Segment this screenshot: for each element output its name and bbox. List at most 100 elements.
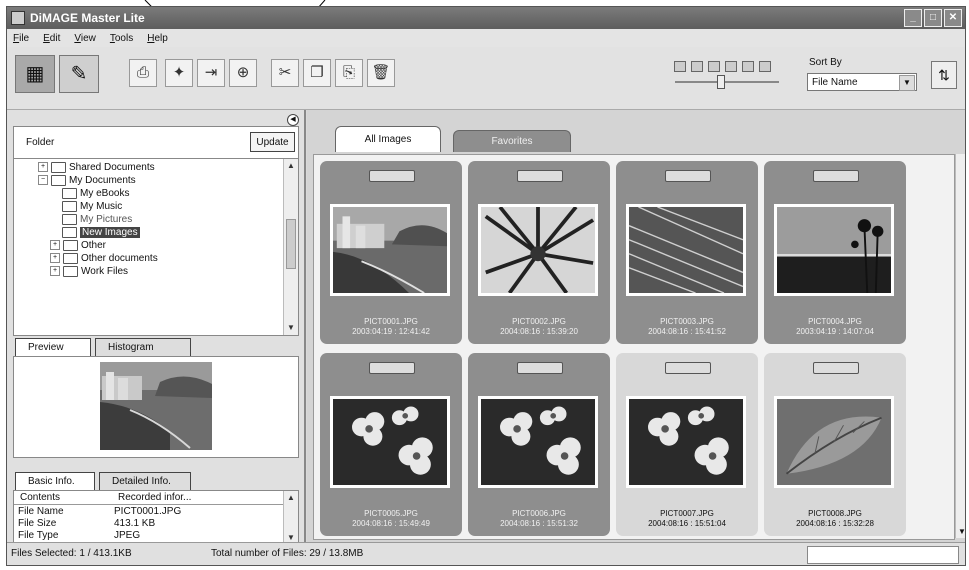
tab-all-images[interactable]: All Images (335, 126, 441, 152)
favorite-tag[interactable] (517, 170, 563, 182)
status-files-selected: Files Selected: 1 / 413.1KB (11, 548, 132, 559)
thumbnail-card[interactable]: PICT0008.JPG 2004:08:16 : 15:32:28 (764, 353, 906, 536)
favorite-tag[interactable] (813, 362, 859, 374)
update-button[interactable]: Update (250, 132, 295, 152)
thumbnail-card[interactable]: PICT0004.JPG 2003:04:19 : 14:07:04 (764, 161, 906, 344)
tree-item-selected[interactable]: New Images (62, 226, 140, 239)
thumbnail-date: 2004:08:16 : 15:51:04 (648, 519, 726, 528)
expand-icon[interactable]: + (50, 266, 60, 277)
sort-select[interactable]: File Name ▼ (807, 73, 917, 91)
tree-item[interactable]: − My Documents (38, 174, 136, 187)
expand-icon[interactable]: + (38, 162, 48, 173)
close-icon[interactable]: ✕ (944, 9, 962, 27)
gallery-scrollbar[interactable]: ▼ (955, 154, 965, 538)
chevron-down-icon[interactable]: ▼ (899, 75, 915, 91)
info-col-contents[interactable]: Contents (20, 491, 60, 504)
size-4-icon[interactable] (725, 61, 737, 72)
delete-icon[interactable]: 🗑 (367, 59, 395, 87)
tab-preview[interactable]: Preview (15, 338, 91, 356)
tab-histogram[interactable]: Histogram (95, 338, 191, 356)
thumbnail-image (626, 204, 746, 296)
tree-item[interactable]: My Pictures (62, 213, 132, 226)
thumbnail-size-icons (674, 61, 771, 72)
scroll-up-icon[interactable]: ▲ (284, 159, 298, 173)
folder-icon (62, 226, 77, 238)
sort-value: File Name (812, 77, 858, 88)
thumbnail-image (774, 204, 894, 296)
new-folder-icon[interactable]: ✦ (165, 59, 193, 87)
thumbnail-size-slider[interactable] (675, 81, 779, 83)
scroll-thumb[interactable] (286, 219, 296, 269)
menu-tools[interactable]: Tools (110, 33, 133, 44)
thumbnail-filename: PICT0005.JPG (364, 509, 418, 518)
scroll-down-icon[interactable]: ▼ (956, 526, 965, 538)
app-icon (11, 11, 25, 25)
favorite-tag[interactable] (665, 170, 711, 182)
minimize-icon[interactable]: _ (904, 9, 922, 27)
tree-item[interactable]: + Other documents (50, 252, 158, 265)
paste-icon[interactable]: ⎘ (335, 59, 363, 87)
thumbnail-card[interactable]: PICT0006.JPG 2004:08:16 : 15:51:32 (468, 353, 610, 536)
collapse-icon[interactable]: − (38, 175, 48, 186)
tab-detailed-info[interactable]: Detailed Info. (99, 472, 191, 490)
copy-to-folder-icon[interactable]: ⊕ (229, 59, 257, 87)
cut-icon[interactable]: ✂ (271, 59, 299, 87)
thumbnail-date: 2003:04:19 : 12:41:42 (352, 327, 430, 336)
size-1-icon[interactable] (674, 61, 686, 72)
sort-order-icon[interactable]: ⇅ (931, 61, 957, 89)
favorite-tag[interactable] (369, 362, 415, 374)
scroll-down-icon[interactable]: ▼ (284, 321, 298, 335)
tree-scrollbar[interactable]: ▲ ▼ (283, 159, 298, 335)
tree-item[interactable]: My Music (62, 200, 122, 213)
status-bar: Files Selected: 1 / 413.1KB Total number… (7, 542, 965, 565)
size-5-icon[interactable] (742, 61, 754, 72)
info-header: Contents Recorded infor... (14, 491, 284, 505)
music-folder-icon (62, 200, 77, 212)
info-scrollbar[interactable]: ▲ ▼ (283, 491, 298, 545)
thumbnail-view-icon[interactable]: ▦ (15, 55, 55, 93)
thumbnail-image (330, 204, 450, 296)
scroll-up-icon[interactable]: ▲ (284, 491, 298, 505)
favorite-tag[interactable] (517, 362, 563, 374)
size-6-icon[interactable] (759, 61, 771, 72)
favorite-tag[interactable] (665, 362, 711, 374)
thumbnail-card[interactable]: PICT0005.JPG 2004:08:16 : 15:49:49 (320, 353, 462, 536)
tab-favorites[interactable]: Favorites (453, 130, 571, 152)
preview-image (100, 362, 212, 450)
thumbnail-card[interactable]: PICT0002.JPG 2004:08:16 : 15:39:20 (468, 161, 610, 344)
print-icon[interactable]: ⎙ (129, 59, 157, 87)
tab-basic-info[interactable]: Basic Info. (15, 472, 95, 490)
edit-view-icon[interactable]: ✎ (59, 55, 99, 93)
thumbnail-date: 2004:08:16 : 15:49:49 (352, 519, 430, 528)
slider-handle[interactable] (717, 75, 725, 89)
folder-icon (62, 187, 77, 199)
folder-tree: + Shared Documents − My Documents My eBook… (13, 158, 299, 336)
tree-item[interactable]: + Shared Documents (38, 161, 155, 174)
menu-view[interactable]: View (74, 33, 96, 44)
thumbnail-card[interactable]: PICT0003.JPG 2004:08:16 : 15:41:52 (616, 161, 758, 344)
thumbnail-card[interactable]: PICT0001.JPG 2003:04:19 : 12:41:42 (320, 161, 462, 344)
expand-icon[interactable]: + (50, 240, 60, 251)
thumbnail-image (626, 396, 746, 488)
info-col-recorded[interactable]: Recorded infor... (118, 491, 191, 504)
sort-label: Sort By (809, 57, 842, 68)
favorite-tag[interactable] (369, 170, 415, 182)
size-3-icon[interactable] (708, 61, 720, 72)
info-table: Contents Recorded infor... File Name PICT… (13, 490, 299, 546)
tree-item[interactable]: + Work Files (50, 265, 128, 278)
menu-edit[interactable]: Edit (43, 33, 60, 44)
tree-item[interactable]: + Other (50, 239, 106, 252)
expand-icon[interactable]: + (50, 253, 60, 264)
maximize-icon[interactable]: □ (924, 9, 942, 27)
gallery-tabs: All Images Favorites (307, 110, 965, 152)
thumbnail-date: 2004:08:16 : 15:41:52 (648, 327, 726, 336)
size-2-icon[interactable] (691, 61, 703, 72)
thumbnail-card[interactable]: PICT0007.JPG 2004:08:16 : 15:51:04 (616, 353, 758, 536)
menu-file[interactable]: File (13, 33, 29, 44)
copy-icon[interactable]: ❐ (303, 59, 331, 87)
move-icon[interactable]: ⇥ (197, 59, 225, 87)
menu-help[interactable]: Help (147, 33, 168, 44)
favorite-tag[interactable] (813, 170, 859, 182)
collapse-pane-icon[interactable]: ◀ (287, 114, 299, 126)
tree-item[interactable]: My eBooks (62, 187, 129, 200)
